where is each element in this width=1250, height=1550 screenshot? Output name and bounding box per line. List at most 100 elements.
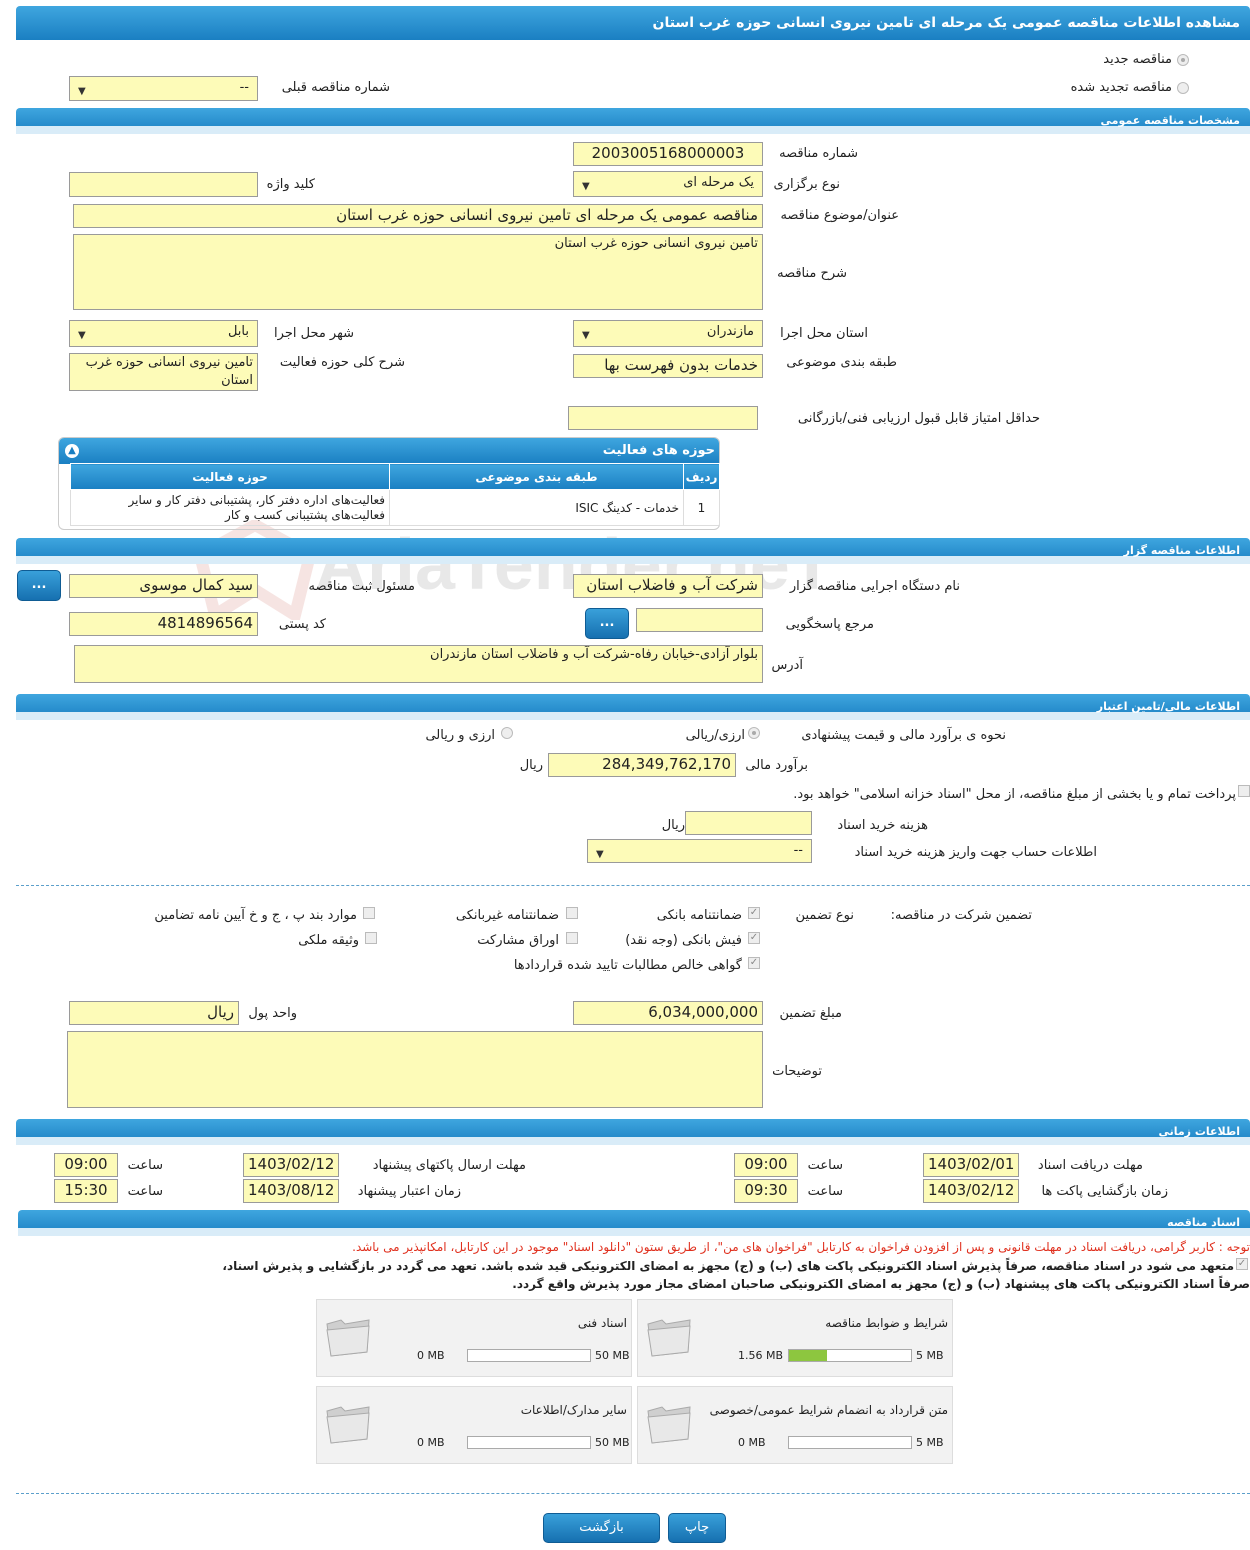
address-label: آدرس: [771, 658, 803, 673]
type-value: یک مرحله ای: [683, 175, 754, 190]
reference-more-button[interactable]: ...: [585, 608, 629, 639]
folder-icon: [647, 1319, 691, 1357]
tender-number-label: شماره مناقصه: [779, 146, 858, 161]
row-idx: 1: [683, 489, 720, 526]
responsible-label: مسئول ثبت مناقصه: [308, 579, 415, 594]
used-size: 0 MB: [738, 1436, 766, 1449]
doc-card-terms[interactable]: شرایط و ضوابط مناقصه 1.56 MB 5 MB: [637, 1299, 953, 1377]
bank-receipt-label: فیش بانکی (وجه نقد): [625, 933, 742, 948]
responsible-field[interactable]: سید کمال موسوی: [69, 574, 258, 598]
documents-header-text: اسناد مناقصه: [1167, 1216, 1240, 1229]
activity-desc-field[interactable]: تامین نیروی انسانی حوزه غرب استان: [69, 353, 258, 391]
collapse-icon[interactable]: ▲: [65, 444, 79, 458]
prev-tender-value: --: [239, 80, 249, 95]
title-label: عنوان/موضوع مناقصه: [780, 208, 899, 223]
folder-icon: [647, 1406, 691, 1444]
fx-radio[interactable]: [501, 727, 513, 739]
validity-time-label: ساعت: [127, 1184, 163, 1199]
activity-desc-label: شرح کلی حوزه فعالیت: [279, 355, 405, 370]
send-date-field[interactable]: 1403/02/12: [243, 1153, 339, 1177]
rial-radio[interactable]: [748, 727, 760, 739]
account-select[interactable]: -- ▼: [587, 839, 812, 863]
guarantee-amount-field[interactable]: 6,034,000,000: [573, 1001, 763, 1025]
doc-fee-unit: ریال: [661, 818, 685, 833]
doc-card-technical[interactable]: اسناد فنی 0 MB 50 MB: [316, 1299, 632, 1377]
description-label: شرح مناقصه: [777, 266, 847, 281]
validity-time-field[interactable]: 15:30: [54, 1179, 118, 1203]
reference-field[interactable]: [636, 608, 763, 632]
bonds-checkbox[interactable]: [566, 932, 578, 944]
bank-receipt-checkbox[interactable]: ✓: [748, 932, 760, 944]
certificate-checkbox[interactable]: ✓: [748, 957, 760, 969]
send-time-field[interactable]: 09:00: [54, 1153, 118, 1177]
col-row: ردیف: [683, 463, 720, 490]
fx-option-label: ارزی و ریالی: [425, 728, 495, 743]
watermark-logo: [193, 518, 317, 625]
activities-header-text: حوزه های فعالیت: [602, 443, 715, 458]
province-value: مازندران: [706, 324, 754, 339]
chevron-down-icon: ▼: [596, 849, 604, 860]
responsible-more-button[interactable]: ...: [17, 570, 61, 601]
bank-guarantee-label: ضمانتنامه بانکی: [656, 908, 742, 923]
keyword-field[interactable]: [69, 172, 258, 197]
commit-checkbox[interactable]: ✓: [1236, 1258, 1248, 1270]
property-checkbox[interactable]: [365, 932, 377, 944]
progress-bar: [467, 1349, 591, 1362]
validity-date-field[interactable]: 1403/08/12: [243, 1179, 339, 1203]
type-label: نوع برگزاری: [773, 177, 840, 192]
min-score-field[interactable]: [568, 406, 758, 430]
nonbank-guarantee-checkbox[interactable]: [566, 907, 578, 919]
used-size: 0 MB: [417, 1436, 445, 1449]
receive-time-label: ساعت: [807, 1158, 843, 1173]
currency-field[interactable]: ریال: [69, 1001, 239, 1025]
back-button[interactable]: بازگشت: [543, 1513, 660, 1543]
col-field: حوزه فعالیت: [70, 463, 390, 490]
treasury-checkbox[interactable]: [1238, 785, 1250, 797]
category-field[interactable]: خدمات بدون فهرست بها: [573, 354, 763, 378]
print-button[interactable]: چاپ: [668, 1513, 726, 1543]
general-section-header: مشخصات مناقصه عمومی: [16, 108, 1250, 134]
bonds-label: اوراق مشارکت: [477, 933, 559, 948]
account-label: اطلاعات حساب جهت واریز هزینه خرید اسناد: [854, 845, 1097, 860]
open-time-field[interactable]: 09:30: [734, 1179, 798, 1203]
city-select[interactable]: بابل ▼: [69, 320, 258, 347]
doc-fee-field[interactable]: [685, 811, 812, 835]
new-tender-radio[interactable]: [1177, 54, 1189, 66]
commit-line2: صرفاً اسناد الکترونیکی پاکت های پیشنهاد …: [512, 1277, 1250, 1291]
renewed-tender-radio[interactable]: [1177, 82, 1189, 94]
page-title-bar: مشاهده اطلاعات مناقصه عمومی یک مرحله ای …: [16, 6, 1250, 40]
address-field[interactable]: بلوار آزادی-خیابان رفاه-شرکت آب و فاضلاب…: [74, 645, 763, 683]
receive-label: مهلت دریافت اسناد: [1037, 1158, 1143, 1173]
postal-field[interactable]: 4814896564: [69, 612, 258, 636]
type-select[interactable]: یک مرحله ای ▼: [573, 171, 763, 197]
estimate-unit: ریال: [519, 758, 543, 773]
receive-time-field[interactable]: 09:00: [734, 1153, 798, 1177]
renewed-tender-label: مناقصه تجدید شده: [1070, 80, 1172, 95]
receive-date-field[interactable]: 1403/02/01: [923, 1153, 1019, 1177]
total-size: 5 MB: [916, 1436, 944, 1449]
doc-card-other[interactable]: سایر مدارک/اطلاعات 0 MB 50 MB: [316, 1386, 632, 1464]
used-size: 1.56 MB: [738, 1349, 784, 1362]
clauses-checkbox[interactable]: [363, 907, 375, 919]
estimate-field[interactable]: 284,349,762,170: [548, 753, 736, 777]
org-field[interactable]: شرکت آب و فاضلاب استان: [573, 574, 763, 598]
postal-label: کد پستی: [278, 617, 326, 632]
guarantee-section-label: تضمین شرکت در مناقصه:: [890, 908, 1032, 923]
folder-icon: [326, 1406, 370, 1444]
row-field: فعالیت‌های اداره دفتر کار، پشتیبانی دفتر…: [70, 489, 390, 526]
open-date-field[interactable]: 1403/02/12: [923, 1179, 1019, 1203]
province-select[interactable]: مازندران ▼: [573, 320, 763, 347]
title-field[interactable]: مناقصه عمومی یک مرحله ای تامین نیروی انس…: [73, 204, 763, 228]
open-label: زمان بازگشایی پاکت ها: [1041, 1184, 1168, 1199]
notes-field[interactable]: [67, 1031, 763, 1108]
progress-bar: [788, 1349, 912, 1362]
description-field[interactable]: تامین نیروی انسانی حوزه غرب استان: [73, 234, 763, 310]
col-category: طبقه بندی موضوعی: [389, 463, 684, 490]
watermark: AriaTender.neT: [193, 518, 834, 625]
bank-guarantee-checkbox[interactable]: ✓: [748, 907, 760, 919]
certificate-label: گواهی خالص مطالبات تایید شده قراردادها: [513, 958, 742, 973]
prev-tender-select[interactable]: -- ▼: [69, 76, 258, 101]
divider: [16, 885, 1250, 886]
tender-number-field[interactable]: 2003005168000003: [573, 142, 763, 166]
doc-card-contract[interactable]: متن قرارداد به انضمام شرایط عمومی/خصوصی …: [637, 1386, 953, 1464]
